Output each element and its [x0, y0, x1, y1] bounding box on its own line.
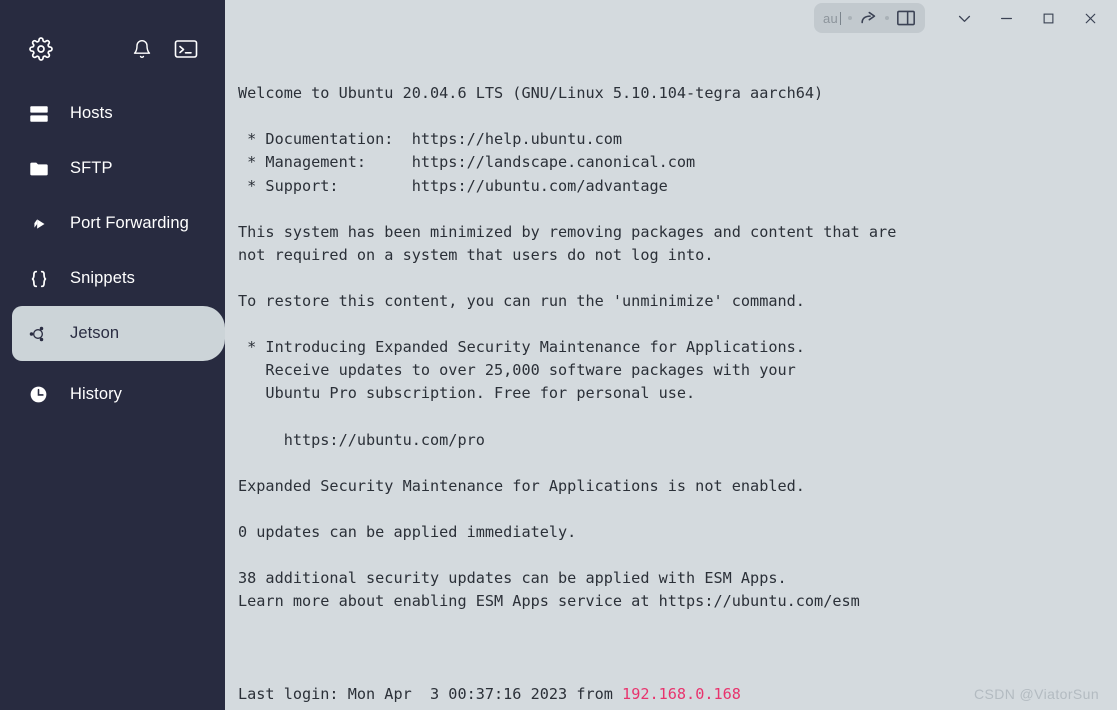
- ubuntu-logo-icon: [28, 324, 54, 344]
- sidebar-item-history[interactable]: History: [0, 367, 225, 422]
- terminal-output[interactable]: Welcome to Ubuntu 20.04.6 LTS (GNU/Linux…: [225, 0, 1117, 710]
- terminal-line: * Introducing Expanded Security Maintena…: [238, 338, 805, 357]
- terminal-line: Learn more about enabling ESM Apps servi…: [238, 592, 860, 611]
- settings-gear-icon[interactable]: [28, 36, 54, 62]
- minimize-button[interactable]: [985, 2, 1027, 34]
- share-arrow-icon[interactable]: [859, 9, 878, 28]
- sidebar-item-port-forwarding[interactable]: Port Forwarding: [0, 196, 225, 251]
- sidebar-item-sftp[interactable]: SFTP: [0, 141, 225, 196]
- sidebar-item-label: Jetson: [70, 324, 120, 342]
- terminal-line: Ubuntu Pro subscription. Free for person…: [238, 384, 696, 403]
- terminal-line: * Documentation: https://help.ubuntu.com: [238, 130, 623, 149]
- sidebar: Hosts SFTP Port Forwarding Snippets Jets…: [0, 0, 225, 710]
- terminal-line: not required on a system that users do n…: [238, 245, 714, 264]
- terminal-scrollback: Welcome to Ubuntu 20.04.6 LTS (GNU/Linux…: [238, 82, 1117, 636]
- window-titlebar: au: [225, 0, 1117, 36]
- sidebar-item-label: SFTP: [70, 159, 113, 177]
- text-cursor: [840, 11, 841, 25]
- sidebar-item-label: Port Forwarding: [70, 214, 189, 232]
- sidebar-item-label: History: [70, 385, 123, 403]
- terminal-line: 0 updates can be applied immediately.: [238, 522, 577, 541]
- last-login-ip: 192.168.0.168: [622, 684, 741, 703]
- sidebar-item-label: Snippets: [70, 269, 136, 287]
- maximize-button[interactable]: [1027, 2, 1069, 34]
- sidebar-toolbar: [0, 18, 225, 80]
- terminal-line: To restore this content, you can run the…: [238, 292, 805, 311]
- titlebar-pill-toolbar: au: [813, 3, 925, 33]
- terminal-line: * Support: https://ubuntu.com/advantage: [238, 176, 668, 195]
- search-input-value: au: [822, 10, 838, 26]
- watermark: CSDN @ViatorSun: [974, 686, 1099, 702]
- terminal-icon[interactable]: [173, 36, 199, 62]
- split-pane-icon[interactable]: [896, 9, 916, 27]
- terminal-line: Welcome to Ubuntu 20.04.6 LTS (GNU/Linux…: [238, 84, 824, 103]
- last-login-text: Last login: Mon Apr 3 00:37:16 2023 from: [238, 684, 623, 703]
- separator-dot: [885, 16, 889, 20]
- folder-icon: [28, 158, 54, 180]
- clock-icon: [28, 384, 54, 405]
- separator-dot: [848, 16, 852, 20]
- dropdown-chevron-button[interactable]: [943, 2, 985, 34]
- terminal-pane: au Welcome to Ubuntu 20.04.6 LTS (GNU/Li…: [225, 0, 1117, 710]
- sidebar-nav: Hosts SFTP Port Forwarding Snippets Jets…: [0, 86, 225, 422]
- terminal-line: Expanded Security Maintenance for Applic…: [238, 476, 805, 495]
- sidebar-item-hosts[interactable]: Hosts: [0, 86, 225, 141]
- curly-braces-icon: [28, 268, 54, 290]
- sidebar-item-jetson[interactable]: Jetson: [12, 306, 225, 361]
- terminal-line: This system has been minimized by removi…: [238, 222, 897, 241]
- window-controls: [943, 2, 1111, 34]
- sidebar-item-snippets[interactable]: Snippets: [0, 251, 225, 306]
- ssh-client-window: Hosts SFTP Port Forwarding Snippets Jets…: [0, 0, 1117, 710]
- terminal-line: 38 additional security updates can be ap…: [238, 569, 787, 588]
- terminal-line: Receive updates to over 25,000 software …: [238, 361, 796, 380]
- sidebar-item-label: Hosts: [70, 104, 113, 122]
- terminal-line: * Management: https://landscape.canonica…: [238, 153, 696, 172]
- search-input[interactable]: au: [823, 11, 841, 26]
- arrow-forward-icon: [28, 213, 54, 235]
- close-button[interactable]: [1069, 2, 1111, 34]
- server-rack-icon: [28, 103, 54, 125]
- terminal-line: https://ubuntu.com/pro: [238, 430, 485, 449]
- notifications-bell-icon[interactable]: [129, 36, 155, 62]
